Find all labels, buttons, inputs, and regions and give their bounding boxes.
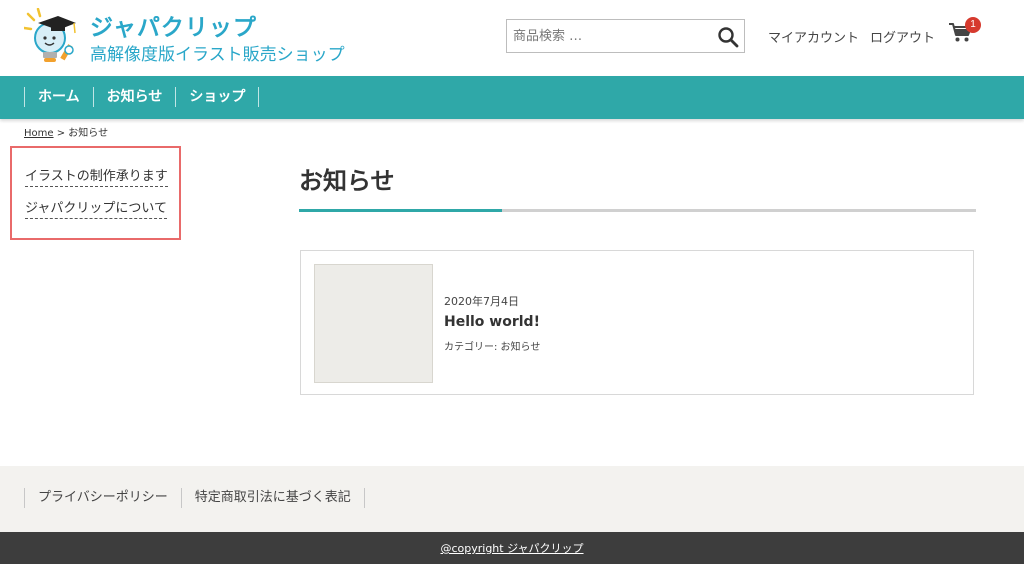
footer-links: プライバシーポリシー 特定商取引法に基づく表記 (24, 488, 365, 508)
site-footer: プライバシーポリシー 特定商取引法に基づく表記 (0, 466, 1024, 532)
cart-button[interactable]: 1 (948, 17, 982, 46)
nav-item-home[interactable]: ホーム (25, 87, 94, 107)
post-date: 2020年7月4日 (444, 295, 519, 308)
footer-link-privacy[interactable]: プライバシーポリシー (25, 488, 182, 508)
post-card: 2020年7月4日 Hello world! カテゴリー: お知らせ (300, 250, 974, 395)
logout-link[interactable]: ログアウト (870, 27, 935, 46)
title-divider-accent (299, 209, 502, 212)
search-box (506, 19, 745, 53)
breadcrumb: Home > お知らせ (24, 124, 108, 139)
breadcrumb-current: お知らせ (68, 128, 109, 139)
sidebar-highlight-box: イラストの制作承ります ジャパクリップについて (10, 146, 181, 240)
breadcrumb-home-link[interactable]: Home (24, 128, 54, 139)
lightbulb-graduate-icon[interactable] (22, 7, 84, 66)
search-input[interactable] (513, 20, 713, 52)
main-nav: ホーム お知らせ ショップ (0, 76, 1024, 119)
sidebar-link-illustration-commission[interactable]: イラストの制作承ります (25, 165, 168, 187)
copyright-bar: @copyright ジャパクリップ (0, 532, 1024, 564)
nav-item-shop[interactable]: ショップ (176, 87, 260, 107)
footer-link-legal-notice[interactable]: 特定商取引法に基づく表記 (182, 488, 365, 508)
post-category: カテゴリー: お知らせ (444, 342, 541, 353)
nav-item-news[interactable]: お知らせ (94, 87, 177, 107)
page-title: お知らせ (299, 167, 395, 195)
nav-list: ホーム お知らせ ショップ (24, 87, 260, 107)
cart-count-badge: 1 (965, 17, 981, 33)
breadcrumb-separator: > (56, 128, 66, 139)
search-icon[interactable] (716, 25, 740, 49)
my-account-link[interactable]: マイアカウント (768, 27, 859, 46)
site-header: ジャパクリップ 高解像度版イラスト販売ショップ マイアカウント ログアウト 1 (0, 0, 1024, 76)
post-title-link[interactable]: Hello world! (444, 314, 540, 330)
brand-name[interactable]: ジャパクリップ (90, 8, 257, 42)
copyright-link[interactable]: @copyright ジャパクリップ (440, 542, 583, 555)
brand-subtitle: 高解像度版イラスト販売ショップ (90, 45, 345, 65)
sidebar-link-about[interactable]: ジャパクリップについて (25, 197, 167, 219)
post-thumbnail[interactable] (314, 264, 433, 383)
